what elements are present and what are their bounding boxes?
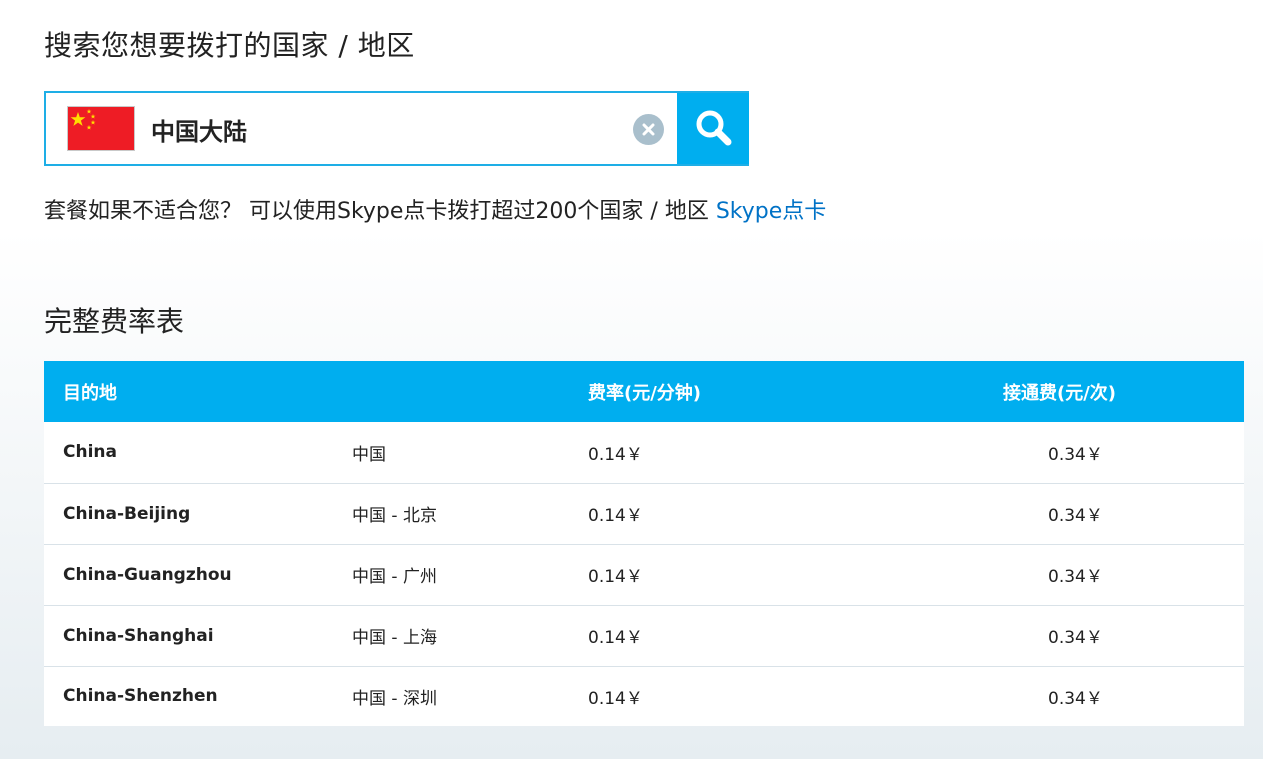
local-name-cell: 中国 - 北京 [352, 506, 437, 526]
rates-heading: 完整费率表 [44, 305, 185, 338]
connection-fee-cell: 0.34￥ [1048, 628, 1103, 648]
table-row: China-Shenzhen 中国 - 深圳 0.14￥ 0.34￥ [44, 666, 1244, 726]
skype-credit-link[interactable]: Skype点卡 [716, 199, 826, 224]
search-button[interactable] [677, 93, 749, 164]
table-row: China-Beijing 中国 - 北京 0.14￥ 0.34￥ [44, 483, 1244, 544]
rate-cell: 0.14￥ [588, 506, 643, 526]
table-row: China 中国 0.14￥ 0.34￥ [44, 422, 1244, 483]
column-header-local-name [352, 361, 588, 422]
local-name-cell: 中国 - 深圳 [352, 688, 437, 709]
promo-text: 套餐如果不适合您？ 可以使用Skype点卡拨打超过200个国家 / 地区 Sky… [44, 193, 826, 225]
table-header-row: 目的地 费率(元/分钟) 接通费(元/次) [44, 361, 1244, 422]
column-header-rate: 费率(元/分钟) [588, 382, 702, 404]
destination-cell: China-Shanghai [63, 625, 214, 646]
local-name-cell: 中国 - 广州 [352, 567, 437, 587]
column-header-connection-fee: 接通费(元/次) [1003, 382, 1117, 404]
local-name-cell: 中国 [352, 444, 386, 465]
destination-cell: China [63, 442, 117, 463]
search-heading: 搜索您想要拨打的国家 / 地区 [44, 29, 415, 62]
connection-fee-cell: 0.34￥ [1048, 688, 1103, 709]
column-header-destination: 目的地 [63, 382, 117, 404]
rates-table: 目的地 费率(元/分钟) 接通费(元/次) China 中国 0.14￥ 0.3… [44, 361, 1244, 726]
table-row: China-Guangzhou 中国 - 广州 0.14￥ 0.34￥ [44, 544, 1244, 605]
destination-cell: China-Guangzhou [63, 564, 232, 585]
local-name-cell: 中国 - 上海 [352, 628, 437, 648]
clear-icon [642, 123, 655, 136]
china-flag-icon [67, 106, 135, 151]
rate-cell: 0.14￥ [588, 567, 643, 587]
connection-fee-cell: 0.34￥ [1048, 506, 1103, 526]
country-search-box [44, 91, 749, 166]
rate-cell: 0.14￥ [588, 688, 643, 709]
promo-message: 套餐如果不适合您？ 可以使用Skype点卡拨打超过200个国家 / 地区 [44, 199, 716, 224]
destination-cell: China-Beijing [63, 503, 191, 524]
connection-fee-cell: 0.34￥ [1048, 444, 1103, 465]
connection-fee-cell: 0.34￥ [1048, 567, 1103, 587]
destination-cell: China-Shenzhen [63, 686, 218, 707]
magnifier-icon [696, 110, 732, 146]
rate-cell: 0.14￥ [588, 628, 643, 648]
clear-search-button[interactable] [633, 114, 664, 145]
rate-cell: 0.14￥ [588, 444, 643, 465]
table-row: China-Shanghai 中国 - 上海 0.14￥ 0.34￥ [44, 605, 1244, 666]
country-search-input[interactable] [151, 110, 621, 148]
